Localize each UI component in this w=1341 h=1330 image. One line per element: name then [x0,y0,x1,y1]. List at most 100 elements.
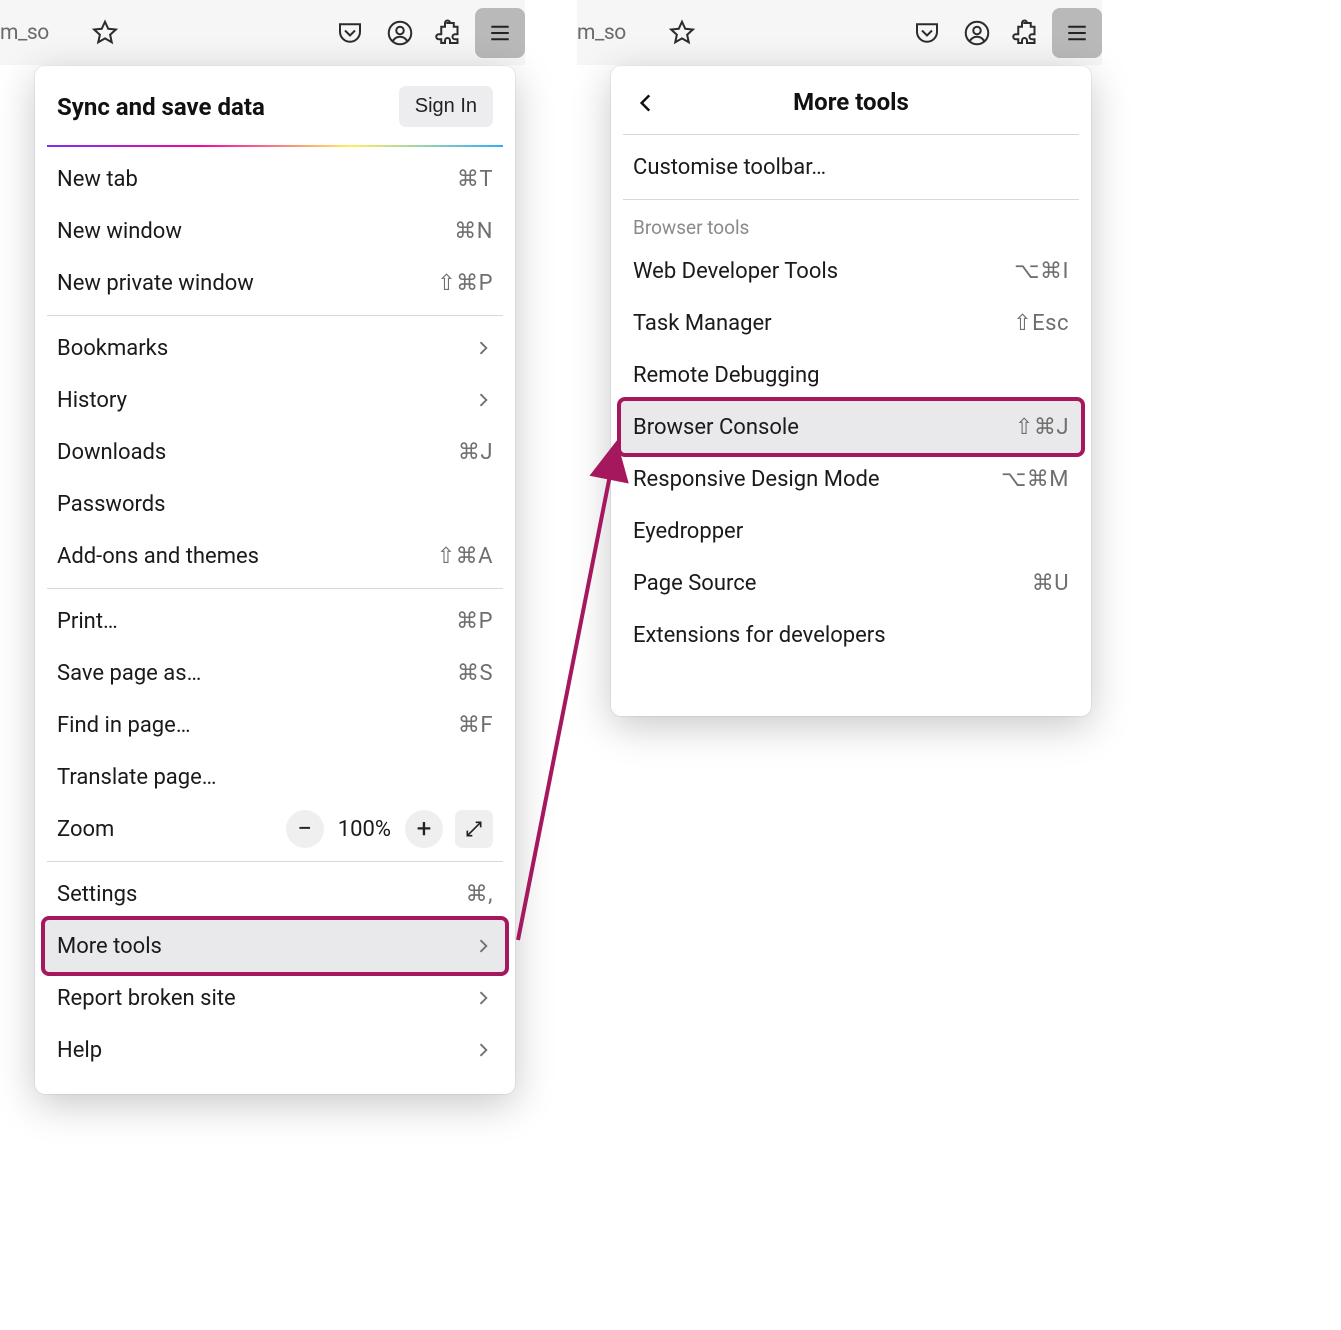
shortcut: ⌘N [454,219,493,244]
more-tools-menu: More tools Customise toolbar… Browser to… [611,66,1091,716]
menu-item-label: Page Source [633,571,756,596]
menu-item-page-source[interactable]: Page Source ⌘U [611,557,1091,609]
shortcut: ⌘J [458,440,493,465]
shortcut: ⇧⌘A [437,544,493,569]
bookmark-star-icon[interactable] [657,8,707,58]
menu-item-label: Customise toolbar… [633,155,826,180]
menu-item-history[interactable]: History [35,374,515,426]
menu-item-label: History [57,388,127,413]
shortcut: ⌘F [458,713,493,738]
extensions-icon[interactable] [425,8,475,58]
menu-item-label: Settings [57,882,137,907]
rainbow-divider [47,145,503,147]
menu-item-label: New window [57,219,182,244]
back-button[interactable] [633,90,659,116]
menu-item-more-tools[interactable]: More tools [45,920,505,972]
signin-button[interactable]: Sign In [399,86,493,127]
zoom-row: Zoom − 100% + [35,803,515,855]
separator [47,588,503,589]
toolbar-left: m_so [0,0,525,65]
shortcut: ⇧Esc [1013,311,1069,336]
menu-item-label: Web Developer Tools [633,259,838,284]
shortcut: ⌘S [457,661,493,686]
chevron-right-icon [473,338,493,358]
zoom-label: Zoom [57,817,114,842]
menu-item-remote-debugging[interactable]: Remote Debugging [611,349,1091,401]
menu-item-label: Browser Console [633,415,799,440]
zoom-percent: 100% [338,817,391,842]
pocket-icon[interactable] [902,8,952,58]
separator [47,861,503,862]
menu-item-label: New private window [57,271,254,296]
menu-item-label: Print… [57,609,118,634]
shortcut: ⇧⌘J [1015,415,1069,440]
menu-item-label: Responsive Design Mode [633,467,880,492]
menu-item-translate-page[interactable]: Translate page… [35,751,515,803]
separator [47,315,503,316]
shortcut: ⌥⌘I [1014,259,1069,284]
menu-item-print[interactable]: Print… ⌘P [35,595,515,647]
chevron-right-icon [473,988,493,1008]
menu-item-label: Bookmarks [57,336,168,361]
zoom-in-button[interactable]: + [405,810,443,848]
sync-row: Sync and save data Sign In [35,76,515,145]
menu-item-save-page-as[interactable]: Save page as… ⌘S [35,647,515,699]
sync-title: Sync and save data [57,93,265,121]
extensions-icon[interactable] [1002,8,1052,58]
menu-item-task-manager[interactable]: Task Manager⇧Esc [611,297,1091,349]
menu-item-label: Downloads [57,440,166,465]
shortcut: ⌥⌘M [1001,467,1069,492]
shortcut: ⇧⌘P [437,271,493,296]
chevron-right-icon [473,1040,493,1060]
submenu-title: More tools [793,88,909,116]
bookmark-star-icon[interactable] [80,8,130,58]
menu-item-new-window[interactable]: New window ⌘N [35,205,515,257]
separator [623,199,1079,200]
pocket-icon[interactable] [325,8,375,58]
menu-item-eyedropper[interactable]: Eyedropper [611,505,1091,557]
menu-item-label: Report broken site [57,986,236,1011]
menu-item-add-ons-and-themes[interactable]: Add-ons and themes ⇧⌘A [35,530,515,582]
menu-item-label: Remote Debugging [633,363,820,388]
shortcut: ⌘T [457,167,493,192]
shortcut: ⌘U [1032,571,1069,596]
menu-item-label: Help [57,1038,102,1063]
menu-item-web-developer-tools[interactable]: Web Developer Tools ⌥⌘I [611,245,1091,297]
menu-item-label: Find in page… [57,713,191,738]
menu-item-label: Save page as… [57,661,201,686]
section-label: Browser tools [611,206,1091,245]
menu-item-label: More tools [57,934,162,959]
submenu-header: More tools [611,76,1091,134]
menu-item-customise-toolbar[interactable]: Customise toolbar… [611,141,1091,193]
account-icon[interactable] [952,8,1002,58]
tab-stub: m_so [0,21,74,45]
menu-item-label: New tab [57,167,138,192]
menu-item-passwords[interactable]: Passwords [35,478,515,530]
menu-item-label: Add-ons and themes [57,544,259,569]
menu-item-label: Translate page… [57,765,217,790]
hamburger-menu-icon[interactable] [1052,8,1102,58]
chevron-right-icon [473,390,493,410]
menu-item-label: Extensions for developers [633,623,886,648]
menu-item-browser-console[interactable]: Browser Console ⇧⌘J [621,401,1081,453]
menu-item-help[interactable]: Help [35,1024,515,1076]
menu-item-bookmarks[interactable]: Bookmarks [35,322,515,374]
menu-item-settings[interactable]: Settings ⌘, [35,868,515,920]
fullscreen-button[interactable] [455,810,493,848]
tab-stub: m_so [577,21,651,45]
menu-item-new-tab[interactable]: New tab ⌘T [35,153,515,205]
zoom-out-button[interactable]: − [286,810,324,848]
menu-item-responsive-design-mode[interactable]: Responsive Design Mode ⌥⌘M [611,453,1091,505]
menu-item-find-in-page[interactable]: Find in page… ⌘F [35,699,515,751]
toolbar-right: m_so [577,0,1102,65]
account-icon[interactable] [375,8,425,58]
app-menu: Sync and save data Sign In New tab⌘TNew … [35,66,515,1094]
menu-item-downloads[interactable]: Downloads ⌘J [35,426,515,478]
hamburger-menu-icon[interactable] [475,8,525,58]
menu-item-extensions-for-developers[interactable]: Extensions for developers [611,609,1091,661]
shortcut: ⌘, [466,882,493,907]
menu-item-new-private-window[interactable]: New private window ⇧⌘P [35,257,515,309]
menu-item-report-broken-site[interactable]: Report broken site [35,972,515,1024]
shortcut: ⌘P [456,609,493,634]
chevron-right-icon [473,936,493,956]
